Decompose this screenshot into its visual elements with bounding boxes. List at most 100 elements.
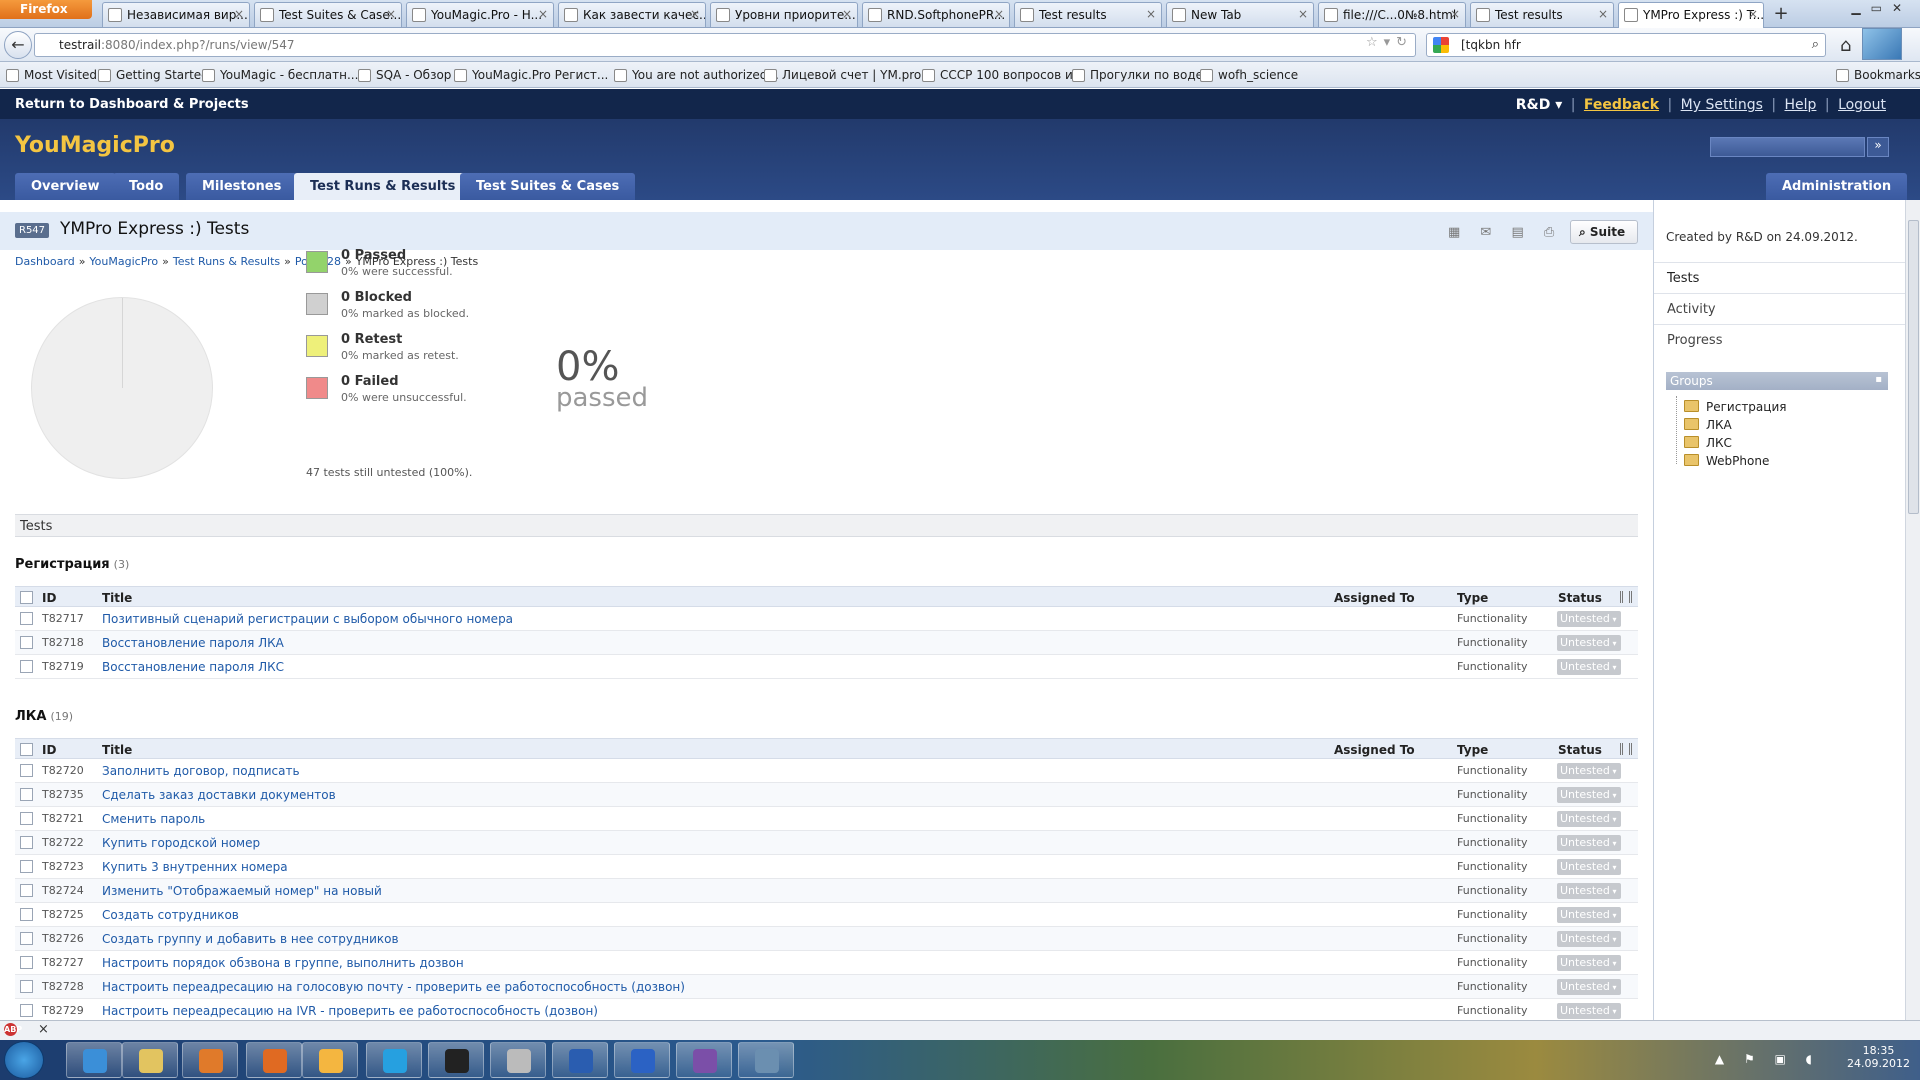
sidebar-item-progress[interactable]: Progress: [1654, 324, 1905, 355]
tab-todo[interactable]: Todo: [113, 173, 180, 200]
pin-icon[interactable]: ▪: [1875, 374, 1882, 385]
test-title-link[interactable]: Настроить переадресацию на IVR - провери…: [102, 1004, 598, 1018]
browser-tab[interactable]: Test results ×: [1014, 2, 1162, 27]
browser-tab[interactable]: New Tab ×: [1166, 2, 1314, 27]
column-assigned-to[interactable]: Assigned To: [1334, 591, 1415, 605]
test-title-link[interactable]: Восстановление пароля ЛКС: [102, 660, 284, 674]
status-dropdown[interactable]: Untested ▾: [1557, 811, 1621, 827]
breadcrumb-link[interactable]: Dashboard: [15, 255, 75, 268]
status-dropdown[interactable]: Untested ▾: [1557, 955, 1621, 971]
test-title-link[interactable]: Купить городской номер: [102, 836, 260, 850]
help-link[interactable]: Help: [1781, 97, 1821, 113]
bookmark-star-icon[interactable]: ☆▾↻: [1366, 35, 1413, 50]
sidebar-item-activity[interactable]: Activity: [1654, 293, 1905, 324]
bookmark-item[interactable]: Лицевой счет | YM.pro: [764, 68, 921, 82]
test-title-link[interactable]: Заполнить договор, подписать: [102, 764, 300, 778]
suite-button[interactable]: ⌕ Suite: [1570, 220, 1638, 244]
column-id[interactable]: ID: [42, 591, 56, 605]
breadcrumb-link[interactable]: Test Runs & Results: [173, 255, 280, 268]
status-dropdown[interactable]: Untested ▾: [1557, 1003, 1621, 1019]
tab-test-suites-cases[interactable]: Test Suites & Cases: [460, 173, 636, 200]
row-checkbox[interactable]: [20, 1004, 33, 1017]
taskbar-button[interactable]: [490, 1042, 546, 1078]
column-title[interactable]: Title: [102, 743, 132, 757]
status-dropdown[interactable]: Untested ▾: [1557, 763, 1621, 779]
tab-milestones[interactable]: Milestones: [186, 173, 298, 200]
firefox-menu-button[interactable]: Firefox: [0, 0, 92, 19]
bookmark-item[interactable]: You are not authorized...: [614, 68, 779, 82]
test-title-link[interactable]: Изменить "Отображаемый номер" на новый: [102, 884, 382, 898]
browser-tab[interactable]: RND.SoftphonePR... ×: [862, 2, 1010, 27]
clock[interactable]: 18:35 24.09.2012: [1847, 1044, 1910, 1070]
close-tab-icon[interactable]: ×: [1298, 7, 1308, 21]
bookmark-item[interactable]: Прогулки по воде: [1072, 68, 1203, 82]
row-checkbox[interactable]: [20, 764, 33, 777]
breadcrumb-link[interactable]: YouMagicPro: [89, 255, 158, 268]
close-tab-icon[interactable]: ×: [842, 7, 852, 21]
tab-overview[interactable]: Overview: [15, 173, 116, 200]
view-toolbar-icons[interactable]: ▦ ✉ ▤ ⎙: [1448, 225, 1562, 240]
close-tab-icon[interactable]: ×: [1146, 7, 1156, 21]
column-assigned-to[interactable]: Assigned To: [1334, 743, 1415, 757]
columns-icon[interactable]: [1620, 743, 1632, 755]
status-dropdown[interactable]: Untested ▾: [1557, 611, 1621, 627]
column-type[interactable]: Type: [1457, 743, 1488, 757]
test-title-link[interactable]: Купить 3 внутренних номера: [102, 860, 288, 874]
group-tree-item[interactable]: ЛКА: [1684, 418, 1732, 432]
page-scrollbar[interactable]: [1905, 200, 1920, 1020]
group-tree-item[interactable]: Регистрация: [1684, 400, 1786, 414]
column-title[interactable]: Title: [102, 591, 132, 605]
row-checkbox[interactable]: [20, 636, 33, 649]
close-tab-icon[interactable]: ×: [386, 7, 396, 21]
row-checkbox[interactable]: [20, 980, 33, 993]
browser-tab[interactable]: YMPro Express :) T... ×: [1618, 2, 1764, 28]
browser-tab[interactable]: YouMagic.Pro - H... ×: [406, 2, 554, 27]
column-status[interactable]: Status: [1558, 743, 1602, 757]
close-tab-icon[interactable]: ×: [1598, 7, 1608, 21]
test-title-link[interactable]: Настроить переадресацию на голосовую поч…: [102, 980, 685, 994]
row-checkbox[interactable]: [20, 956, 33, 969]
start-button[interactable]: [4, 1041, 44, 1079]
test-title-link[interactable]: Создать группу и добавить в нее сотрудни…: [102, 932, 399, 946]
taskbar-button[interactable]: [738, 1042, 794, 1078]
test-title-link[interactable]: Создать сотрудников: [102, 908, 239, 922]
feedback-link[interactable]: Feedback: [1580, 97, 1663, 113]
browser-tab[interactable]: file:///C...0№8.html ×: [1318, 2, 1466, 27]
row-checkbox[interactable]: [20, 788, 33, 801]
row-checkbox[interactable]: [20, 812, 33, 825]
taskbar-button[interactable]: [676, 1042, 732, 1078]
url-bar[interactable]: testrail:8080/index.php?/runs/view/547: [34, 33, 1416, 57]
project-menu[interactable]: R&D ▾: [1512, 97, 1567, 113]
test-title-link[interactable]: Сделать заказ доставки документов: [102, 788, 336, 802]
taskbar-button[interactable]: [366, 1042, 422, 1078]
row-checkbox[interactable]: [20, 884, 33, 897]
window-controls[interactable]: ▁▭✕: [1851, 1, 1912, 15]
app-logo[interactable]: YouMagicPro: [15, 133, 175, 158]
close-tab-icon[interactable]: ×: [994, 7, 1004, 21]
bookmark-item[interactable]: Most Visited: [6, 68, 97, 82]
browser-tab[interactable]: Test Suites & Case... ×: [254, 2, 402, 27]
taskbar-button[interactable]: [66, 1042, 122, 1078]
close-tab-icon[interactable]: ×: [1748, 7, 1758, 21]
status-dropdown[interactable]: Untested ▾: [1557, 659, 1621, 675]
row-checkbox[interactable]: [20, 908, 33, 921]
tab-administration[interactable]: Administration: [1766, 173, 1908, 200]
status-dropdown[interactable]: Untested ▾: [1557, 635, 1621, 651]
taskbar-button[interactable]: [182, 1042, 238, 1078]
close-tab-icon[interactable]: ×: [690, 7, 700, 21]
browser-tab[interactable]: Уровни приорите... ×: [710, 2, 858, 27]
status-dropdown[interactable]: Untested ▾: [1557, 835, 1621, 851]
status-dropdown[interactable]: Untested ▾: [1557, 907, 1621, 923]
row-checkbox[interactable]: [20, 660, 33, 673]
test-title-link[interactable]: Настроить порядок обзвона в группе, выпо…: [102, 956, 464, 970]
status-dropdown[interactable]: Untested ▾: [1557, 979, 1621, 995]
row-checkbox[interactable]: [20, 932, 33, 945]
select-all-checkbox[interactable]: [20, 743, 33, 756]
browser-tab[interactable]: Независимая вир... ×: [102, 2, 250, 27]
bookmark-item[interactable]: SQA - Обзор: [358, 68, 451, 82]
header-search-button[interactable]: »: [1867, 137, 1889, 157]
bookmarks-menu[interactable]: Bookmarks: [1836, 68, 1920, 82]
status-dropdown[interactable]: Untested ▾: [1557, 931, 1621, 947]
my-settings-link[interactable]: My Settings: [1677, 97, 1767, 113]
status-dropdown[interactable]: Untested ▾: [1557, 787, 1621, 803]
